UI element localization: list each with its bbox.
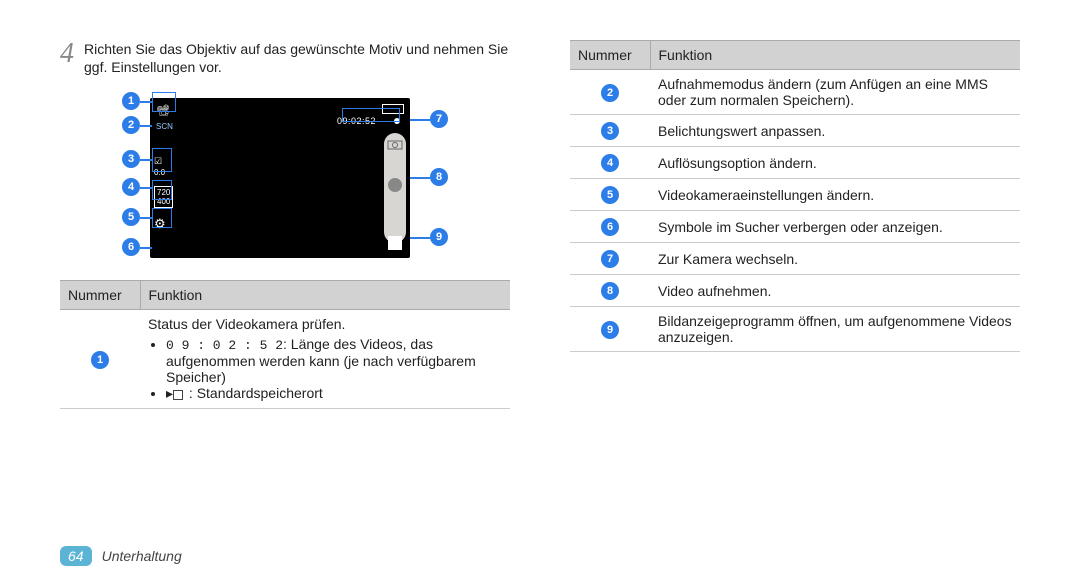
row-number-6: 6: [601, 218, 619, 236]
table-row: 8 Video aufnehmen.: [570, 275, 1020, 307]
table-row: 1 Status der Videokamera prüfen. 0 9 : 0…: [60, 310, 510, 409]
row-3-text: Belichtungswert anpassen.: [650, 115, 1020, 147]
row-number-1: 1: [91, 351, 109, 369]
scene-label: SCN: [156, 122, 173, 131]
table-row: 4 Auflösungsoption ändern.: [570, 147, 1020, 179]
callout-box-4: [152, 180, 172, 200]
table-header-number: Nummer: [570, 41, 650, 70]
callout-line: [140, 101, 152, 103]
callout-box-5: [152, 208, 172, 228]
camera-switch-icon: [386, 138, 404, 152]
row-number-4: 4: [601, 154, 619, 172]
row-5-text: Videokameraeinstellungen ändern.: [650, 179, 1020, 211]
row-number-3: 3: [601, 122, 619, 140]
step-text: Richten Sie das Objektiv auf das gewünsc…: [84, 40, 510, 76]
row-1-status: Status der Videokamera prüfen.: [148, 316, 502, 332]
table-row: 5 Videokameraeinstellungen ändern.: [570, 179, 1020, 211]
table-header-function: Funktion: [140, 281, 510, 310]
table-row: 9 Bildanzeigeprogramm öffnen, um aufgenom…: [570, 307, 1020, 352]
callout-marker-7: 7: [430, 110, 448, 128]
callout-line: [410, 237, 430, 239]
section-name: Unterhaltung: [102, 548, 182, 564]
row-1-bullet-2: ▸ : Standardspeicherort: [166, 385, 502, 402]
callout-marker-2: 2: [122, 116, 140, 134]
table-header-number: Nummer: [60, 281, 140, 310]
row-number-5: 5: [601, 186, 619, 204]
callout-line: [140, 125, 152, 127]
table-row: 2 Aufnahmemodus ändern (zum Anfügen an ei…: [570, 70, 1020, 115]
callout-marker-6: 6: [122, 238, 140, 256]
row-8-text: Video aufnehmen.: [650, 275, 1020, 307]
callout-line: [140, 187, 152, 189]
step-number: 4: [60, 40, 74, 68]
callout-marker-8: 8: [430, 168, 448, 186]
stop-gallery-button: [388, 236, 402, 250]
row-number-7: 7: [601, 250, 619, 268]
callout-marker-9: 9: [430, 228, 448, 246]
callout-box-1: [152, 92, 176, 112]
callout-box-7-timer: [342, 108, 400, 122]
row-number-2: 2: [601, 84, 619, 102]
left-function-table: Nummer Funktion 1 Status der Videokamera…: [60, 280, 510, 409]
row-7-text: Zur Kamera wechseln.: [650, 243, 1020, 275]
table-header-function: Funktion: [650, 41, 1020, 70]
step-4: 4 Richten Sie das Objektiv auf das gewün…: [60, 40, 510, 76]
callout-line: [140, 217, 152, 219]
table-row: 7 Zur Kamera wechseln.: [570, 243, 1020, 275]
row-9-text: Bildanzeigeprogramm öffnen, um aufgenomm…: [650, 307, 1020, 352]
row-2-text: Aufnahmemodus ändern (zum Anfügen an ein…: [650, 70, 1020, 115]
callout-line: [410, 177, 430, 179]
callout-line: [140, 159, 152, 161]
row-4-text: Auflösungsoption ändern.: [650, 147, 1020, 179]
page-footer: 64 Unterhaltung: [60, 536, 1020, 566]
callout-marker-5: 5: [122, 208, 140, 226]
callout-marker-3: 3: [122, 150, 140, 168]
row-1-bullet-1: 0 9 : 0 2 : 5 2: Länge des Videos, das a…: [166, 336, 502, 385]
timer-example: 0 9 : 0 2 : 5 2: [166, 338, 283, 353]
right-function-table: Nummer Funktion 2 Aufnahmemodus ändern (z…: [570, 40, 1020, 352]
viewfinder-area: 09:02:52 📽 SCN ☑0.0 720400 ⚙: [150, 98, 410, 258]
table-row: 3 Belichtungswert anpassen.: [570, 115, 1020, 147]
callout-marker-1: 1: [122, 92, 140, 110]
callout-box-3: [152, 148, 172, 172]
page-number: 64: [60, 546, 92, 566]
callout-line: [410, 119, 430, 121]
camcorder-viewfinder-diagram: 09:02:52 📽 SCN ☑0.0 720400 ⚙ 1 2 3: [90, 88, 470, 268]
table-row: 6 Symbole im Sucher verbergen oder anzeig…: [570, 211, 1020, 243]
callout-line: [140, 247, 152, 249]
row-number-9: 9: [601, 321, 619, 339]
storage-icon: ▸: [166, 385, 185, 401]
row-6-text: Symbole im Sucher verbergen oder anzeige…: [650, 211, 1020, 243]
row-number-8: 8: [601, 282, 619, 300]
callout-marker-4: 4: [122, 178, 140, 196]
